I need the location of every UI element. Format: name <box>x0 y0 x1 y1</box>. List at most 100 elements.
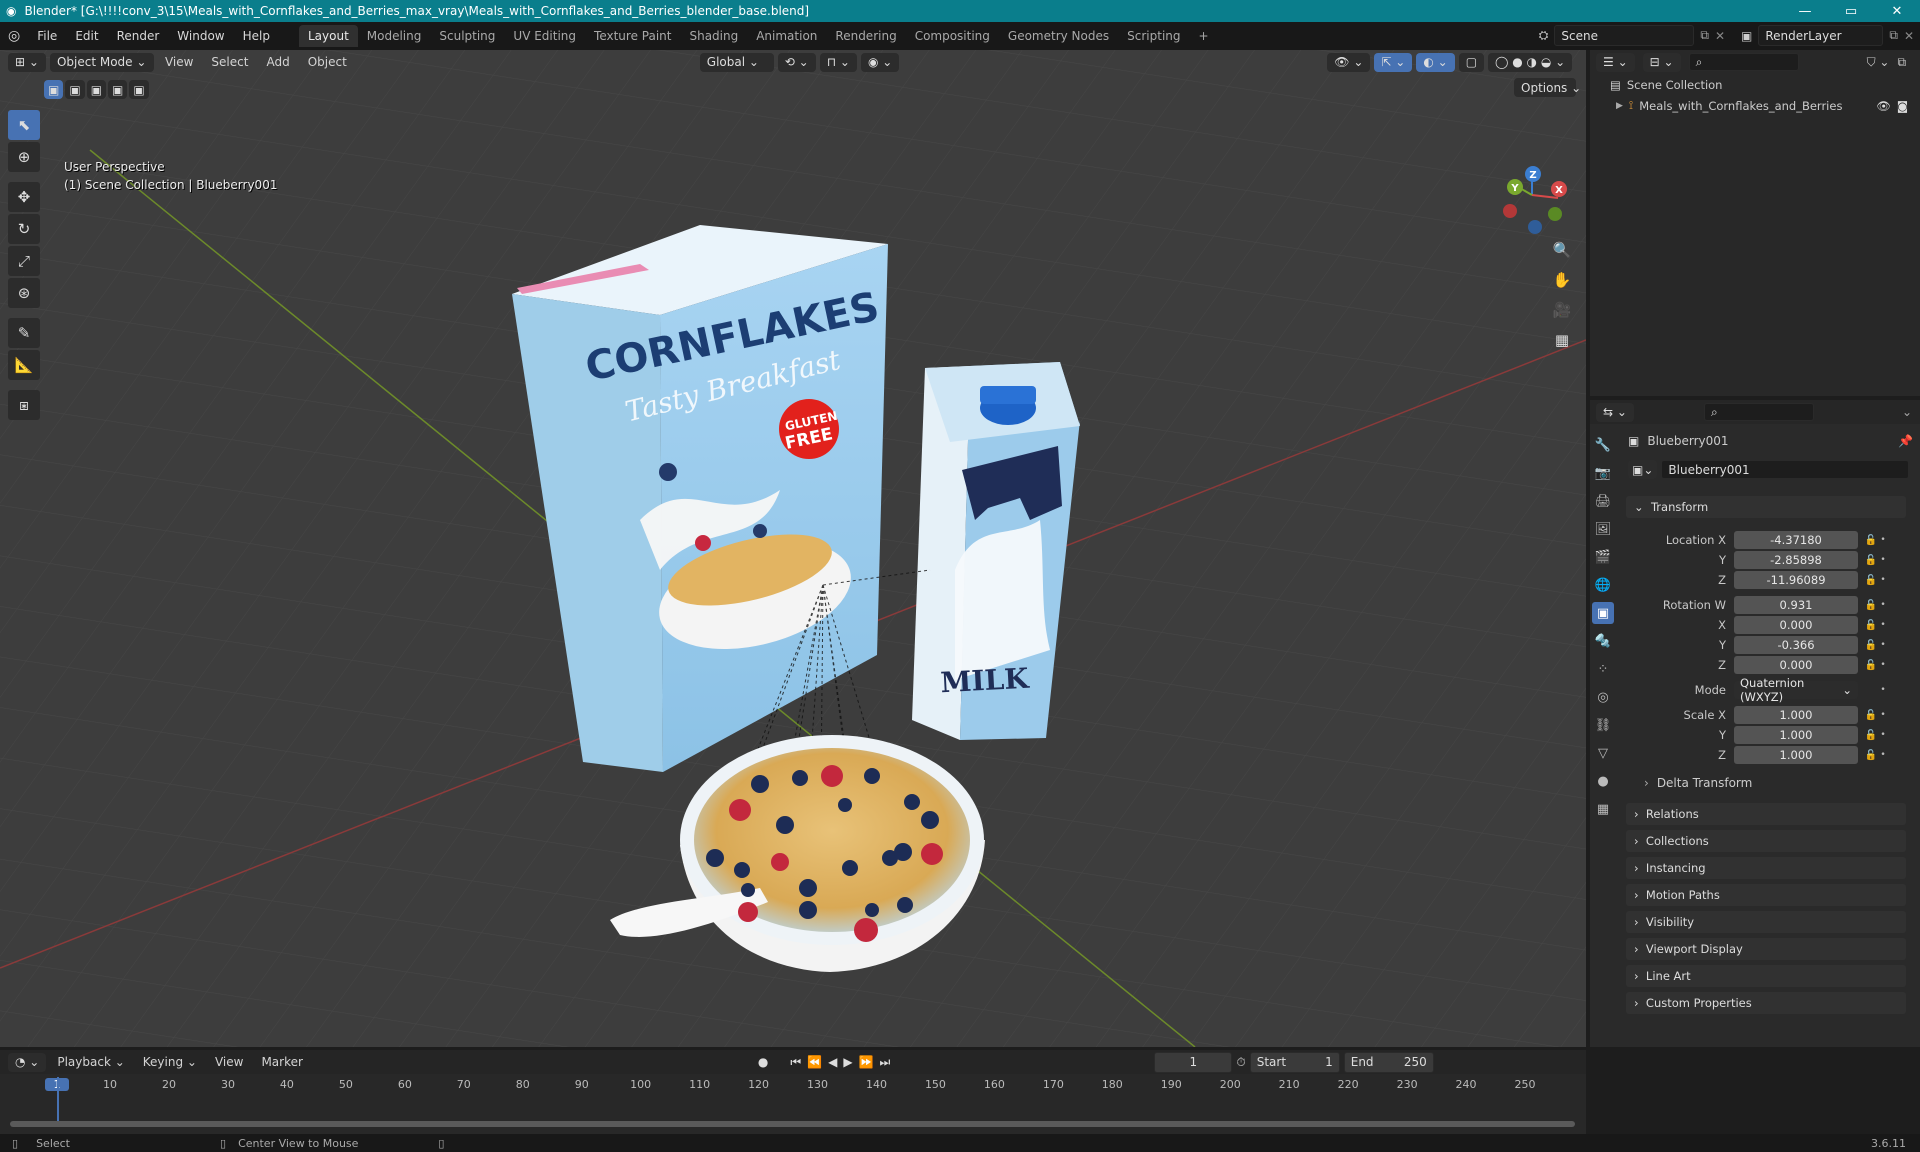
menu-edit[interactable]: Edit <box>66 29 107 43</box>
select-box-icon[interactable]: ⬉ <box>8 110 40 140</box>
timeline-menu-keying[interactable]: Keying ⌄ <box>136 1055 204 1069</box>
keyframe-dot[interactable]: • <box>1878 555 1888 565</box>
3d-viewport[interactable]: CORNFLAKES Tasty Breakfast GLUTEN FREE M… <box>0 50 1586 1047</box>
lock-icon[interactable]: 🔓 <box>1864 660 1878 671</box>
mode-selector[interactable]: Object Mode ⌄ <box>49 52 154 72</box>
keyframe-dot[interactable]: • <box>1878 575 1888 585</box>
select-subtract-icon[interactable]: ▣ <box>86 80 107 99</box>
options-button[interactable]: Options ⌄ <box>1514 78 1581 97</box>
keyframe-dot[interactable]: • <box>1878 750 1888 760</box>
tool-tab-icon[interactable]: 🔧 <box>1592 434 1614 456</box>
end-frame-field[interactable]: End 250 <box>1343 1051 1434 1073</box>
cursor-icon[interactable]: ⊕ <box>8 142 40 172</box>
lock-icon[interactable]: 🔓 <box>1864 640 1878 651</box>
lock-icon[interactable]: 🔓 <box>1864 555 1878 566</box>
tab-sculpting[interactable]: Sculpting <box>430 25 504 47</box>
add-workspace-button[interactable]: + <box>1190 25 1218 47</box>
editor-type-button[interactable]: ⊞ ⌄ <box>8 52 46 72</box>
viewport-menu-select[interactable]: Select <box>204 55 255 69</box>
world-tab-icon[interactable]: 🌐 <box>1592 574 1614 596</box>
collections-panel[interactable]: › Collections <box>1626 830 1906 852</box>
transform-panel-header[interactable]: ⌄ Transform <box>1626 496 1906 518</box>
properties-search-input[interactable]: ⌕ <box>1703 403 1814 421</box>
viewport-menu-object[interactable]: Object <box>301 55 354 69</box>
select-extend-icon[interactable]: ▣ <box>65 80 85 99</box>
delta-transform-header[interactable]: › Delta Transform <box>1644 776 1752 790</box>
scene-selector[interactable]: Scene <box>1554 25 1695 46</box>
new-collection-icon[interactable]: ⧉ <box>1897 55 1906 70</box>
lock-icon[interactable]: 🔓 <box>1864 600 1878 611</box>
keyframe-dot[interactable]: • <box>1878 620 1888 630</box>
shading-modes-icon[interactable]: ◯ ● ◑ ◒ ⌄ <box>1488 52 1573 72</box>
data-tab-icon[interactable]: ▽ <box>1592 742 1614 764</box>
properties-collapse-icon[interactable]: ⌄ <box>1902 405 1912 419</box>
output-tab-icon[interactable]: 🖨 <box>1592 490 1614 512</box>
timeline-playhead[interactable] <box>57 1077 59 1122</box>
properties-editor-icon[interactable]: ⇆ ⌄ <box>1596 402 1634 422</box>
timeline-menu-view[interactable]: View <box>208 1055 250 1069</box>
visibility-icon[interactable]: 👁 ⌄ <box>1327 52 1371 72</box>
scene-delete-icon[interactable]: ✕ <box>1715 29 1725 43</box>
render-tab-icon[interactable]: 📷 <box>1592 462 1614 484</box>
keyframe-dot[interactable]: • <box>1878 710 1888 720</box>
timeline-scrollbar[interactable] <box>10 1121 1575 1127</box>
camera-view-icon[interactable]: 🎥 <box>1548 296 1576 324</box>
expand-arrow-icon[interactable]: ▶ <box>1616 101 1623 111</box>
location-z-field[interactable]: -11.96089 <box>1734 571 1858 589</box>
object-name-field[interactable]: Blueberry001 <box>1661 460 1910 479</box>
material-tab-icon[interactable]: ● <box>1592 770 1614 792</box>
viewport-menu-add[interactable]: Add <box>259 55 296 69</box>
view-layer-tab-icon[interactable]: 🖼 <box>1592 518 1614 540</box>
pin-icon[interactable]: 📌 <box>1898 434 1913 448</box>
scene-new-icon[interactable]: ⧉ <box>1700 28 1709 43</box>
menu-render[interactable]: Render <box>108 29 169 43</box>
tab-modeling[interactable]: Modeling <box>358 25 431 47</box>
timeline-menu-playback[interactable]: Playback ⌄ <box>50 1055 131 1069</box>
keyframe-dot[interactable]: • <box>1878 685 1888 695</box>
camera-icon[interactable]: ◙ <box>1897 99 1908 113</box>
pivot-icon[interactable]: ⟲ ⌄ <box>777 52 816 72</box>
rotation-mode-select[interactable]: Quaternion (WXYZ) ⌄ <box>1734 676 1858 704</box>
object-tab-icon[interactable]: ▣ <box>1592 602 1614 624</box>
overlays-icon[interactable]: ◐ ⌄ <box>1416 52 1455 72</box>
orientation-selector[interactable]: Global ⌄ <box>699 52 774 72</box>
annotate-icon[interactable]: ✎ <box>8 318 40 348</box>
physics-tab-icon[interactable]: ◎ <box>1592 686 1614 708</box>
tab-texture-paint[interactable]: Texture Paint <box>585 25 680 47</box>
select-new-icon[interactable]: ▣ <box>44 80 64 99</box>
keyframe-dot[interactable]: • <box>1878 730 1888 740</box>
snap-icon[interactable]: ⊓ ⌄ <box>819 52 857 72</box>
render-layer-selector[interactable]: RenderLayer <box>1758 25 1884 46</box>
select-intersect-icon[interactable]: ▣ <box>129 80 149 99</box>
transform-icon[interactable]: ⊛ <box>8 278 40 308</box>
tab-animation[interactable]: Animation <box>747 25 826 47</box>
rotation-x-field[interactable]: 0.000 <box>1734 616 1858 634</box>
scale-x-field[interactable]: 1.000 <box>1734 706 1858 724</box>
menu-help[interactable]: Help <box>234 29 279 43</box>
timeline-editor-icon[interactable]: ◔ ⌄ <box>8 1052 47 1072</box>
outliner-item-meals[interactable]: Meals_with_Cornflakes_and_Berries <box>1639 99 1842 113</box>
lock-icon[interactable]: 🔓 <box>1864 535 1878 546</box>
rotation-z-field[interactable]: 0.000 <box>1734 656 1858 674</box>
texture-tab-icon[interactable]: ▦ <box>1592 798 1614 820</box>
keyframe-dot[interactable]: • <box>1878 660 1888 670</box>
object-browse-icon[interactable]: ▣⌄ <box>1628 460 1658 479</box>
location-x-field[interactable]: -4.37180 <box>1734 531 1858 549</box>
minimize-button[interactable]: — <box>1782 0 1828 22</box>
add-cube-icon[interactable]: ⧆ <box>8 390 40 420</box>
tab-layout[interactable]: Layout <box>298 25 358 47</box>
outliner-search-input[interactable]: ⌕ <box>1688 53 1799 71</box>
scene-tab-icon[interactable]: 🎬 <box>1592 546 1614 568</box>
tab-rendering[interactable]: Rendering <box>826 25 905 47</box>
proportional-edit-icon[interactable]: ◉ ⌄ <box>860 52 900 72</box>
keyframe-dot[interactable]: • <box>1878 600 1888 610</box>
tab-uv-editing[interactable]: UV Editing <box>504 25 585 47</box>
maximize-button[interactable]: ▭ <box>1828 0 1874 22</box>
scene-icon[interactable]: ⛭ <box>1539 28 1549 43</box>
particles-tab-icon[interactable]: ⁘ <box>1592 658 1614 680</box>
measure-icon[interactable]: 📐 <box>8 350 40 380</box>
scale-icon[interactable]: ⤢ <box>8 246 40 276</box>
keyframe-dot[interactable]: • <box>1878 535 1888 545</box>
render-layer-icon[interactable]: ▣ <box>1741 29 1752 43</box>
keyframe-dot[interactable]: • <box>1878 640 1888 650</box>
